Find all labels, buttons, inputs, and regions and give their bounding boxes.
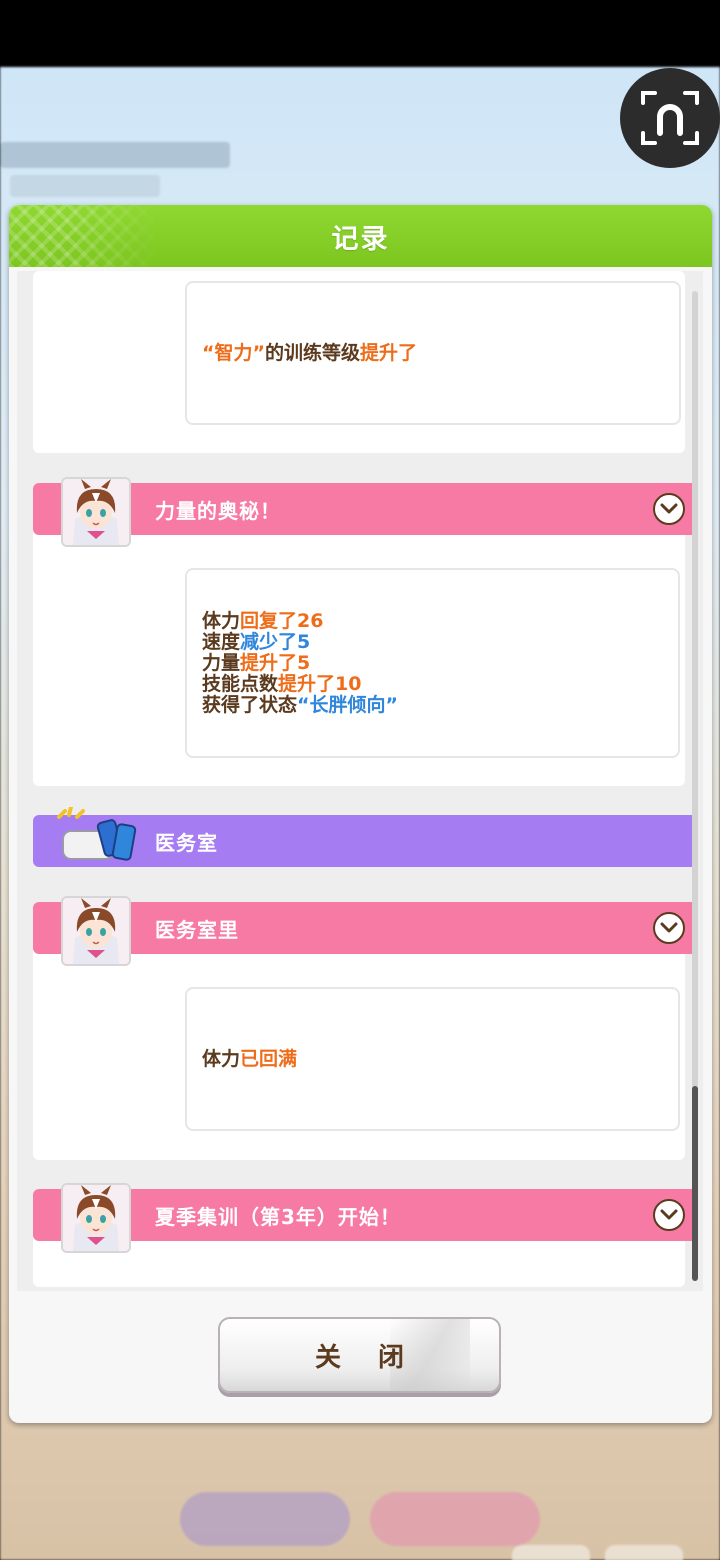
background-panel — [0, 142, 230, 168]
log-line: 体力已回满 — [202, 1047, 678, 1070]
log-segment: “智力” — [202, 341, 265, 364]
background-button — [180, 1492, 350, 1546]
log-segment: “长胖倾向” — [297, 693, 398, 716]
log-segment: 获得了状态 — [202, 693, 298, 716]
scrollbar-thumb[interactable] — [692, 1086, 698, 1281]
log-segment: 已回满 — [240, 1047, 298, 1070]
log-line: “智力”的训练等级提升了 — [202, 341, 679, 364]
log-segment: 技能点数 — [202, 672, 279, 695]
record-dialog: 记录 “智力”的训练等级提升了 力量的奥秘！ 体力回复了26 速度减少了5 力量… — [9, 205, 712, 1423]
log-segment: 体力 — [202, 609, 241, 632]
log-entry-box: 体力回复了26 速度减少了5 力量提升了5 技能点数提升了10 获得了状态“长胖… — [185, 568, 680, 758]
log-segment: 速度 — [202, 630, 241, 653]
log-line: 体力回复了26 — [202, 609, 678, 632]
log-entry-box: 体力已回满 — [185, 987, 680, 1131]
log-segment: 回复了26 — [240, 609, 324, 632]
event-header[interactable]: 夏季集训（第3年）开始！ — [33, 1189, 697, 1241]
dialog-title: 记录 — [331, 223, 390, 255]
log-entry-box: “智力”的训练等级提升了 — [185, 281, 681, 425]
screen-capture-button[interactable] — [620, 68, 720, 168]
chevron-down-icon[interactable] — [653, 912, 685, 944]
chevron-down-icon[interactable] — [653, 1199, 685, 1231]
event-title: 医务室里 — [155, 917, 239, 942]
log-segment: 减少了5 — [240, 630, 311, 653]
close-button[interactable]: 关 闭 — [218, 1317, 501, 1393]
log-segment: 体力 — [202, 1047, 241, 1070]
event-header[interactable]: 力量的奥秘！ — [33, 483, 697, 535]
background-panel — [10, 175, 160, 197]
event-title: 夏季集训（第3年）开始！ — [155, 1204, 401, 1229]
background-button — [605, 1545, 683, 1560]
log-segment: 提升了5 — [240, 651, 311, 674]
record-log-list[interactable]: “智力”的训练等级提升了 力量的奥秘！ 体力回复了26 速度减少了5 力量提升了… — [17, 271, 703, 1291]
log-line: 技能点数提升了10 — [202, 672, 678, 695]
background-button — [370, 1492, 540, 1546]
log-segment: 的训练等级 — [264, 341, 360, 364]
close-button-label: 关 闭 — [314, 1342, 419, 1373]
log-segment: 力量 — [202, 651, 241, 674]
event-title: 力量的奥秘！ — [155, 498, 281, 523]
log-line: 速度减少了5 — [202, 630, 678, 653]
chevron-down-icon[interactable] — [653, 493, 685, 525]
event-header[interactable]: 医务室里 — [33, 902, 697, 954]
log-line: 获得了状态“长胖倾向” — [202, 693, 678, 716]
log-line: 力量提升了5 — [202, 651, 678, 674]
category-title: 医务室 — [155, 830, 218, 855]
log-scrollbar[interactable] — [692, 291, 698, 1281]
dialog-header: 记录 — [9, 205, 712, 267]
background-button — [512, 1545, 590, 1560]
status-bar — [0, 0, 720, 67]
character-portrait — [61, 1183, 131, 1253]
character-portrait — [61, 896, 131, 966]
camera-capture-icon — [641, 91, 699, 145]
character-portrait — [61, 477, 131, 547]
infirmary-pillow-drink-icon — [53, 805, 141, 867]
log-segment: 提升了 — [360, 341, 418, 364]
log-card: “智力”的训练等级提升了 — [33, 271, 685, 453]
log-segment: 提升了10 — [278, 672, 362, 695]
header-pattern — [9, 205, 159, 267]
